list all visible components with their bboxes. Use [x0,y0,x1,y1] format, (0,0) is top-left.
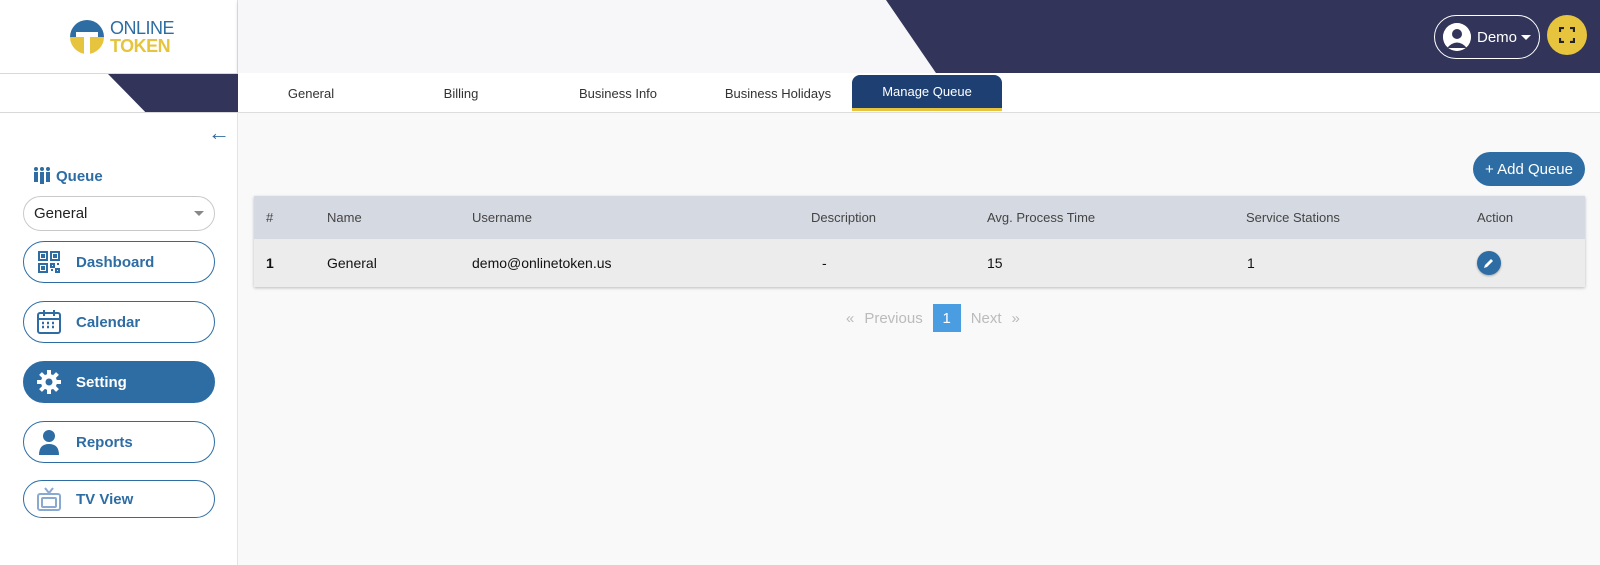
pagination-next[interactable]: Next [971,310,1002,327]
people-icon [34,167,50,184]
chevron-down-icon [1521,34,1532,40]
table-header: # Name Username Description Avg. Process… [254,196,1585,239]
fullscreen-button[interactable] [1547,15,1587,55]
cell-num: 1 [266,255,274,271]
tv-view-button[interactable]: TV View [23,480,215,518]
logo-mark-icon [68,18,106,56]
sidebar: ONLINE TOKEN ← Queue General Dashboard C… [0,0,238,565]
pagination-last[interactable]: » [1012,310,1020,327]
chevron-down-icon [194,211,204,216]
tab-business-info[interactable]: Business Info [556,75,680,111]
add-queue-button[interactable]: + Add Queue [1473,152,1585,186]
user-menu[interactable]: Demo [1434,15,1540,59]
column-header-username: Username [472,210,532,225]
cell-avg-time: 15 [987,255,1003,271]
queue-table: # Name Username Description Avg. Process… [254,196,1585,287]
fullscreen-icon [1559,27,1575,43]
tab-general[interactable]: General [256,75,366,111]
settings-tabs: General Billing Business Info Business H… [238,73,1600,113]
reports-button[interactable]: Reports [23,421,215,463]
tab-manage-queue[interactable]: Manage Queue [852,75,1002,111]
calendar-label: Calendar [76,313,141,331]
column-header-num: # [266,210,274,225]
user-icon [36,429,62,455]
reports-label: Reports [76,433,133,451]
user-name: Demo [1477,28,1518,46]
tab-business-holidays[interactable]: Business Holidays [708,75,848,111]
column-header-avg-time: Avg. Process Time [987,210,1096,225]
pagination-previous[interactable]: Previous [864,310,922,327]
setting-button[interactable]: Setting [23,361,215,403]
cell-username: demo@onlinetoken.us [472,255,612,271]
column-header-description: Description [811,210,877,225]
table-row: 1 General demo@onlinetoken.us - 15 1 [254,239,1585,287]
queue-label-text: Queue [56,167,103,185]
logo-text-line1: ONLINE [110,18,175,38]
gear-icon [36,369,62,395]
dashboard-button[interactable]: Dashboard [23,241,215,283]
edit-button[interactable] [1477,251,1501,275]
column-header-stations: Service Stations [1246,210,1340,225]
queue-select[interactable]: General [23,196,215,231]
tv-view-label: TV View [76,490,134,508]
logo-text-line2: TOKEN [110,36,171,56]
setting-label: Setting [76,373,127,391]
pagination: « Previous 1 Next » [846,304,1030,332]
cell-stations: 1 [1247,255,1255,271]
pagination-page-1[interactable]: 1 [932,304,961,332]
calendar-button[interactable]: Calendar [23,301,215,343]
queue-label: Queue [32,166,103,186]
cell-name: General [327,255,377,271]
top-header [238,0,1600,73]
tab-billing[interactable]: Billing [406,75,516,111]
sidebar-banner [0,73,238,113]
pagination-first[interactable]: « [846,310,854,327]
pencil-icon [1484,259,1493,268]
cell-description: - [822,255,827,271]
column-header-action: Action [1477,210,1514,225]
logo: ONLINE TOKEN [68,16,178,58]
tv-icon [36,486,62,512]
cell-action [1477,239,1501,287]
column-header-name: Name [327,210,362,225]
queue-select-value: General [34,205,88,222]
dashboard-label: Dashboard [76,253,155,271]
qr-code-icon [36,249,62,275]
calendar-icon [36,309,62,335]
collapse-sidebar-arrow-icon[interactable]: ← [208,122,230,144]
avatar [1443,23,1471,51]
